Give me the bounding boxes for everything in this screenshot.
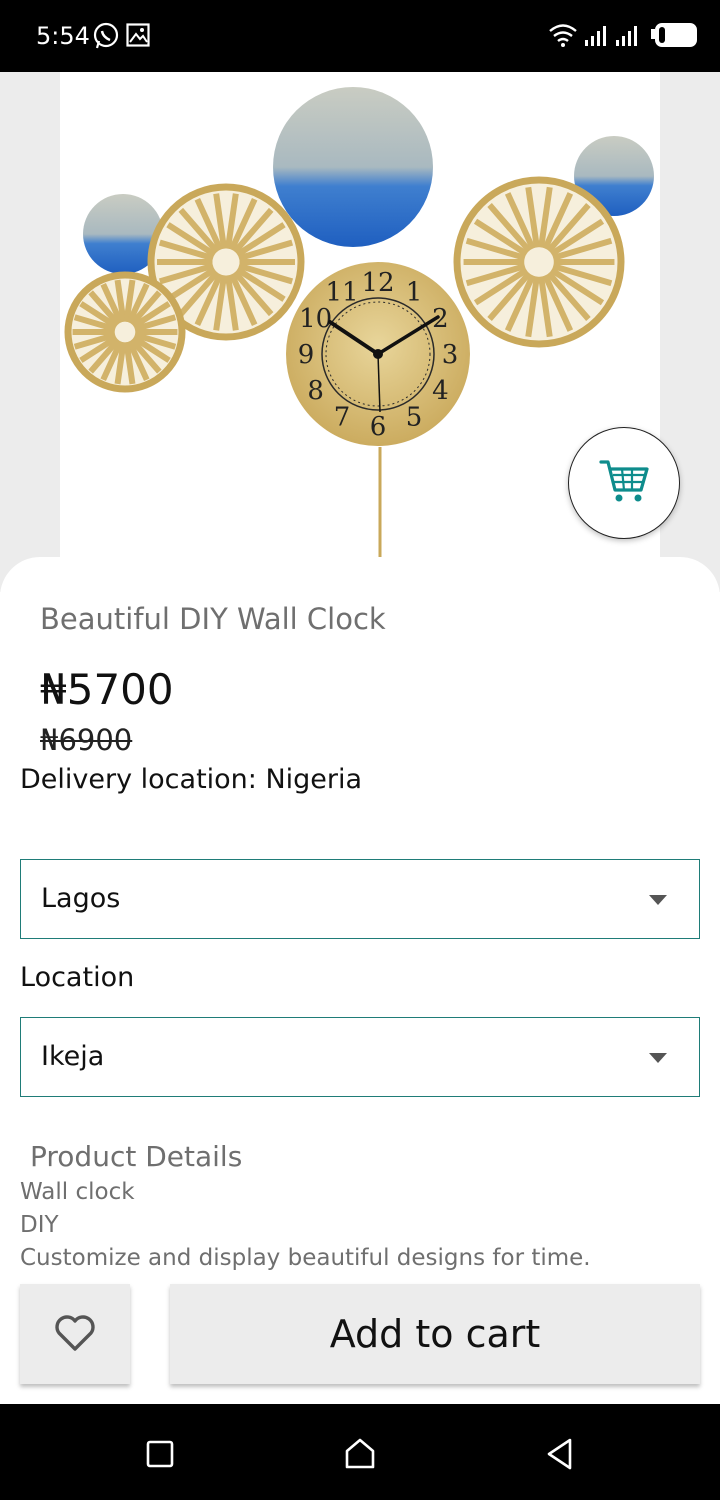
decor-wheel <box>64 271 186 393</box>
clock-numeral: 3 <box>442 340 459 370</box>
favorite-button[interactable] <box>20 1284 130 1384</box>
status-bar: 5:54 <box>0 0 720 72</box>
state-select-value: Lagos <box>41 883 121 914</box>
clock-numeral: 7 <box>334 402 351 432</box>
product-title: Beautiful DIY Wall Clock <box>40 602 386 636</box>
clock-numeral: 10 <box>299 304 332 334</box>
signal-icon <box>583 22 611 52</box>
old-price: ₦6900 <box>40 723 133 757</box>
location-label: Location <box>20 962 135 993</box>
back-icon[interactable] <box>540 1434 580 1474</box>
add-to-cart-button[interactable]: Add to cart <box>170 1284 700 1384</box>
battery-icon <box>650 22 698 52</box>
heart-icon <box>53 1313 97 1356</box>
clock-numeral: 5 <box>406 402 423 432</box>
dropdown-arrow-icon <box>649 1053 667 1063</box>
product-screen: 12 1 2 3 4 5 6 7 8 9 10 11 Beautiful DIY Wall Cl <box>0 72 720 1404</box>
location-select[interactable]: Ikeja <box>20 1017 700 1097</box>
detail-line: DIY <box>20 1212 59 1238</box>
status-time: 5:54 <box>36 22 90 50</box>
current-price: ₦5700 <box>40 665 174 714</box>
clock-numeral: 8 <box>307 376 324 406</box>
recent-apps-icon[interactable] <box>140 1434 180 1474</box>
delivery-location: Delivery location: Nigeria <box>20 764 363 795</box>
clock-numeral: 1 <box>406 278 423 308</box>
decor-wheel <box>453 176 625 348</box>
dropdown-arrow-icon <box>649 895 667 905</box>
detail-line: Wall clock <box>20 1179 135 1205</box>
clock-numeral: 6 <box>370 412 387 442</box>
product-info-sheet: Beautiful DIY Wall Clock ₦5700 ₦6900 Del… <box>0 557 720 1317</box>
shopping-cart-icon <box>597 456 651 510</box>
image-icon <box>126 22 150 52</box>
cart-button[interactable] <box>568 427 680 539</box>
clock-numeral: 9 <box>298 340 315 370</box>
detail-line: Customize and display beautiful designs … <box>20 1245 591 1271</box>
product-image[interactable]: 12 1 2 3 4 5 6 7 8 9 10 11 <box>60 72 660 592</box>
bottom-action-bar: Add to cart <box>0 1284 720 1404</box>
clock-numeral: 4 <box>432 376 449 406</box>
product-details-title: Product Details <box>30 1140 243 1173</box>
product-image-area: 12 1 2 3 4 5 6 7 8 9 10 11 <box>0 72 720 592</box>
location-select-value: Ikeja <box>41 1041 105 1072</box>
system-nav-bar <box>0 1404 720 1500</box>
state-select[interactable]: Lagos <box>20 859 700 939</box>
home-icon[interactable] <box>340 1434 380 1474</box>
clock-numeral: 11 <box>325 278 358 308</box>
signal-icon <box>614 22 642 52</box>
clock-numeral: 12 <box>361 268 394 298</box>
wifi-icon <box>548 22 578 52</box>
whatsapp-icon <box>92 22 120 54</box>
